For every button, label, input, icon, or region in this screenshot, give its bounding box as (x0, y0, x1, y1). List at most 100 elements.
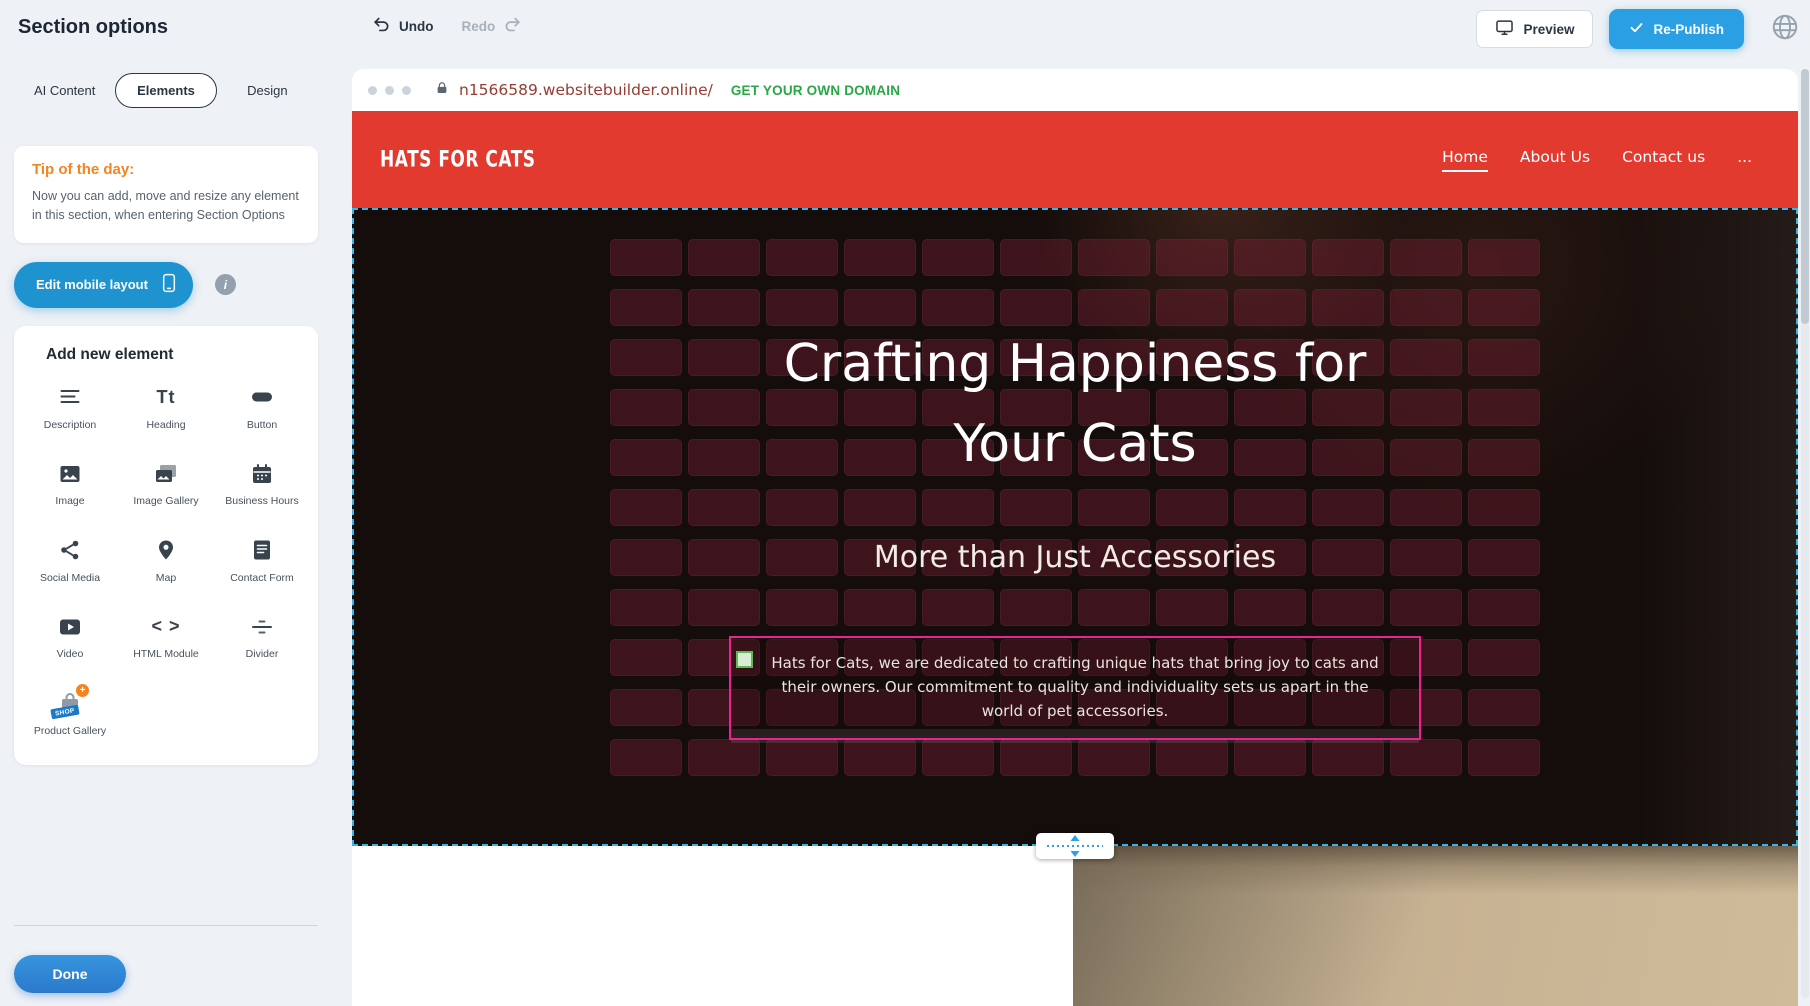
image-icon (58, 460, 82, 487)
window-dot (385, 86, 394, 95)
element-social-media[interactable]: Social Media (26, 537, 114, 586)
site-header: HATS FOR CATS Home About Us Contact us .… (352, 111, 1798, 208)
builder-topbar: Section options Undo Redo Preview Re-P (0, 0, 1810, 58)
monitor-icon (1495, 18, 1514, 40)
video-icon (58, 613, 82, 640)
map-pin-icon (154, 537, 178, 564)
preview-button[interactable]: Preview (1476, 10, 1593, 48)
resize-arrows-icon (1043, 833, 1107, 859)
hero-tile (1390, 589, 1462, 626)
element-drag-handle[interactable] (736, 651, 753, 668)
hero-heading[interactable]: Crafting Happiness for Your Cats (352, 324, 1798, 484)
hero-tile (1468, 639, 1540, 676)
tab-elements[interactable]: Elements (115, 73, 216, 108)
site-nav: Home About Us Contact us ... (1442, 148, 1752, 172)
section-resize-handle[interactable] (1036, 833, 1114, 859)
site-logo[interactable]: HATS FOR CATS (380, 147, 536, 173)
nav-about-us[interactable]: About Us (1520, 148, 1590, 172)
hero-tile (1000, 739, 1072, 776)
mobile-layout-row: Edit mobile layout i (14, 262, 318, 308)
undo-button[interactable]: Undo (372, 15, 434, 37)
heading-icon: Tt (157, 384, 176, 411)
hero-tile (610, 289, 682, 326)
element-video[interactable]: Video (26, 613, 114, 662)
republish-label: Re-Publish (1653, 22, 1724, 37)
done-button[interactable]: Done (14, 955, 126, 993)
divider-icon (250, 613, 274, 640)
element-grid: Description Tt Heading Button Image (22, 384, 310, 739)
element-image[interactable]: Image (26, 460, 114, 509)
shop-badge: SHOP (50, 705, 79, 720)
redo-icon (503, 15, 522, 37)
hero-tile (688, 239, 760, 276)
hero-tile (1312, 589, 1384, 626)
hero-tile (766, 739, 838, 776)
edit-mobile-layout-button[interactable]: Edit mobile layout (14, 262, 193, 308)
element-heading[interactable]: Tt Heading (122, 384, 210, 433)
hero-tile (1390, 289, 1462, 326)
hero-tile (1468, 739, 1540, 776)
hero-tile (610, 239, 682, 276)
hero-subheading[interactable]: More than Just Accessories (352, 540, 1798, 575)
hero-tile (1156, 489, 1228, 526)
hero-paragraph-selected[interactable]: Hats for Cats, we are dedicated to craft… (729, 636, 1421, 740)
element-description[interactable]: Description (26, 384, 114, 433)
hero-section[interactable]: Crafting Happiness for Your Cats More th… (352, 208, 1798, 846)
hero-tile (1234, 739, 1306, 776)
button-icon (250, 384, 274, 411)
hero-tile (1234, 239, 1306, 276)
element-map[interactable]: Map (122, 537, 210, 586)
hero-tile (844, 739, 916, 776)
nav-more-ellipsis[interactable]: ... (1737, 148, 1752, 172)
nav-contact-us[interactable]: Contact us (1622, 148, 1705, 172)
element-contact-form[interactable]: Contact Form (218, 537, 306, 586)
hero-tile (1078, 739, 1150, 776)
hero-tile (1390, 489, 1462, 526)
website-canvas: HATS FOR CATS Home About Us Contact us .… (352, 111, 1798, 1006)
hero-tile (688, 289, 760, 326)
hero-tile (1468, 489, 1540, 526)
hero-tile (688, 489, 760, 526)
element-divider[interactable]: Divider (218, 613, 306, 662)
hero-tile (922, 289, 994, 326)
hero-tile (1468, 239, 1540, 276)
get-domain-link[interactable]: GET YOUR OWN DOMAIN (731, 83, 900, 98)
republish-button[interactable]: Re-Publish (1609, 9, 1744, 49)
window-scrollbar (1801, 69, 1809, 998)
page-title: Section options (18, 16, 168, 39)
site-preview-window: n1566589.websitebuilder.online/ GET YOUR… (352, 69, 1798, 1006)
redo-button[interactable]: Redo (462, 15, 523, 37)
lock-icon (435, 80, 449, 101)
scrollbar-thumb[interactable] (1801, 69, 1809, 324)
contact-form-icon (250, 537, 274, 564)
hero-tile (1468, 689, 1540, 726)
hero-tile (1078, 489, 1150, 526)
element-product-gallery[interactable]: SHOP + Product Gallery (26, 690, 114, 739)
tip-of-the-day-card: Tip of the day: Now you can add, move an… (14, 146, 318, 243)
next-section[interactable] (352, 846, 1798, 1006)
tab-ai-content[interactable]: AI Content (14, 73, 115, 108)
hero-tile (922, 489, 994, 526)
info-icon[interactable]: i (215, 274, 236, 295)
hero-tile (844, 489, 916, 526)
hero-tile (688, 739, 760, 776)
hero-tile (1156, 739, 1228, 776)
element-button[interactable]: Button (218, 384, 306, 433)
add-element-title: Add new element (46, 346, 310, 364)
element-html-module[interactable]: < > HTML Module (122, 613, 210, 662)
hero-tile (610, 739, 682, 776)
tab-design[interactable]: Design (217, 73, 318, 108)
nav-home[interactable]: Home (1442, 148, 1488, 172)
edit-mobile-label: Edit mobile layout (36, 277, 148, 292)
hero-tile (922, 589, 994, 626)
check-icon (1629, 20, 1644, 38)
sidebar-divider (14, 925, 318, 926)
element-image-gallery[interactable]: Image Gallery (122, 460, 210, 509)
next-section-blank (352, 846, 1073, 1006)
element-business-hours[interactable]: Business Hours (218, 460, 306, 509)
language-globe-button[interactable] (1768, 12, 1802, 46)
social-media-icon (58, 537, 82, 564)
hero-tile (766, 589, 838, 626)
hero-tile (610, 689, 682, 726)
hero-tile (766, 289, 838, 326)
